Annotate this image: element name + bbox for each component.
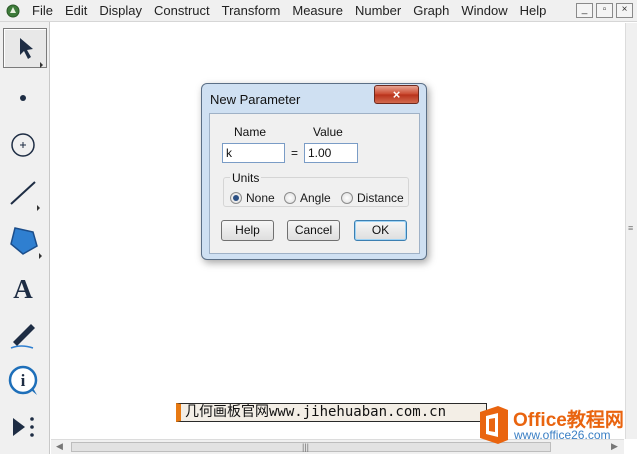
marker-icon: [10, 324, 35, 349]
radio-empty-icon: [284, 192, 296, 204]
new-parameter-dialog: New Parameter × Name Value k = 1.00 Unit…: [201, 83, 427, 260]
text-tool-glyph: A: [13, 274, 33, 304]
text-tool[interactable]: A: [3, 268, 47, 308]
menu-edit[interactable]: Edit: [59, 0, 93, 22]
segment-icon: [10, 181, 40, 211]
units-distance-label: Distance: [357, 191, 404, 205]
polygon-icon: [10, 227, 42, 259]
marker-tool[interactable]: [3, 314, 47, 354]
polygon-tool[interactable]: [3, 220, 47, 260]
hscroll-grip: |||: [302, 442, 310, 452]
menu-file[interactable]: File: [26, 0, 59, 22]
menu-transform[interactable]: Transform: [216, 0, 287, 22]
website-banner: 几何画板官网www.jihehuaban.com.cn: [176, 403, 487, 422]
units-label: Units: [230, 171, 262, 185]
menu-measure[interactable]: Measure: [286, 0, 349, 22]
point-tool[interactable]: [3, 76, 47, 116]
information-tool[interactable]: i: [3, 360, 47, 400]
units-angle-label: Angle: [300, 191, 331, 205]
toolbox: A i: [0, 22, 50, 454]
name-field[interactable]: k: [222, 143, 285, 163]
menu-bar: File Edit Display Construct Transform Me…: [0, 0, 637, 22]
menu-graph[interactable]: Graph: [407, 0, 455, 22]
office-logo-icon: [480, 406, 508, 444]
window-controls: _ ▫ ×: [576, 3, 633, 18]
svg-text:i: i: [21, 371, 26, 390]
close-window-button[interactable]: ×: [616, 3, 633, 18]
menu-display[interactable]: Display: [93, 0, 148, 22]
straightedge-tool[interactable]: [3, 172, 47, 212]
compass-tool[interactable]: [3, 124, 47, 164]
value-label: Value: [313, 125, 343, 139]
menu-help[interactable]: Help: [514, 0, 553, 22]
text-icon: A: [13, 274, 33, 304]
cancel-button[interactable]: Cancel: [287, 220, 340, 241]
ok-button[interactable]: OK: [354, 220, 407, 241]
units-none-radio[interactable]: None: [230, 191, 275, 205]
dialog-close-button[interactable]: ×: [374, 85, 419, 104]
units-none-label: None: [246, 191, 275, 205]
radio-selected-icon: [230, 192, 242, 204]
vscroll-grip[interactable]: ≡: [628, 223, 633, 233]
units-distance-radio[interactable]: Distance: [341, 191, 404, 205]
scroll-left-arrow-icon[interactable]: ◀: [56, 441, 63, 452]
office-site-url: www.office26.com: [514, 428, 611, 442]
office-watermark: Office教程网 www.office26.com: [474, 402, 634, 448]
circle-icon: [11, 133, 35, 157]
arrow-icon: [20, 38, 43, 68]
point-icon: [20, 95, 26, 101]
custom-tools[interactable]: [3, 406, 47, 446]
name-label: Name: [234, 125, 267, 139]
menu-number[interactable]: Number: [349, 0, 407, 22]
vertical-scrollbar[interactable]: ≡: [625, 23, 637, 439]
info-icon: i: [8, 365, 38, 395]
units-angle-radio[interactable]: Angle: [284, 191, 331, 205]
arrow-select-tool[interactable]: [3, 28, 47, 68]
sketchpad-app-icon[interactable]: [6, 4, 20, 18]
radio-empty-icon: [341, 192, 353, 204]
restore-button[interactable]: ▫: [596, 3, 613, 18]
menu-construct[interactable]: Construct: [148, 0, 216, 22]
help-button[interactable]: Help: [221, 220, 274, 241]
equals-sign: =: [291, 146, 299, 160]
dialog-title: New Parameter: [210, 92, 301, 107]
minimize-button[interactable]: _: [576, 3, 593, 18]
value-field[interactable]: 1.00: [304, 143, 358, 163]
play-more-icon: [13, 417, 34, 437]
menu-window[interactable]: Window: [455, 0, 513, 22]
